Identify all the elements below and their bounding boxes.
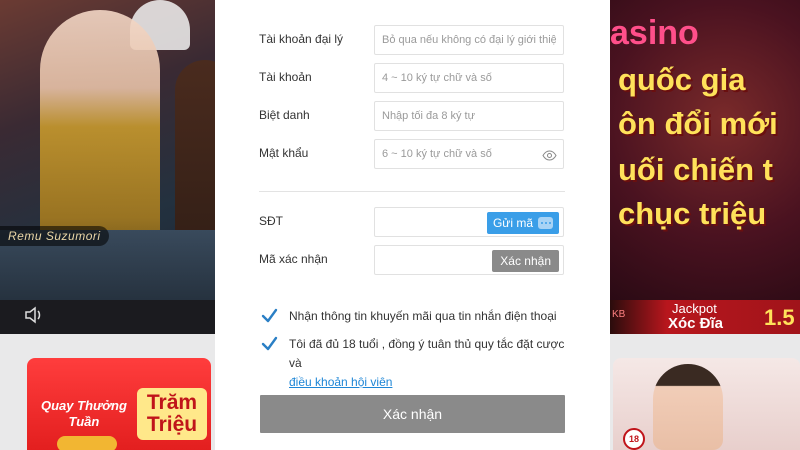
agent-account-row: Tài khoản đại lý [259, 25, 565, 55]
phone-field-box: Gửi mã [374, 207, 564, 237]
jackpot-amount: 1.5 [764, 305, 795, 330]
password-field-box [374, 139, 564, 169]
model-portrait [653, 364, 723, 450]
promo-line: chục triệu [618, 196, 767, 231]
promo-card-model[interactable]: 18 [613, 358, 800, 450]
chat-bubble-icon [538, 217, 553, 229]
agent-account-field-box [374, 25, 564, 55]
promo-card-title-line1: Quay Thưởng [41, 398, 127, 413]
send-code-button[interactable]: Gửi mã [486, 212, 559, 234]
account-input[interactable] [375, 64, 563, 92]
terms-checkbox[interactable] [261, 335, 278, 352]
jackpot-bar[interactable]: KB Jackpot Xóc Đĩa 1.5 [610, 300, 800, 334]
submit-button[interactable]: Xác nhận [260, 395, 565, 433]
promo-line: ôn đổi mới [618, 106, 778, 141]
promo-sms-checkbox[interactable] [261, 307, 278, 324]
promo-sms-checkbox-row: Nhận thông tin khuyến mãi qua tin nhắn đ… [261, 307, 571, 327]
member-terms-link[interactable]: điều khoản hội viên [289, 375, 392, 389]
age-18-badge: 18 [623, 428, 645, 450]
send-code-label: Gửi mã [492, 216, 533, 230]
coins-icon [57, 436, 117, 450]
promo-line: uối chiến t [618, 152, 773, 187]
agent-account-input[interactable] [375, 26, 563, 54]
promo-card-badge: Trăm Triệu [137, 388, 207, 440]
verification-code-label: Mã xác nhận [259, 252, 328, 266]
promo-card-weekly-spin[interactable]: Quay Thưởng Tuần Trăm Triệu [27, 358, 211, 450]
nickname-label: Biệt danh [259, 108, 310, 122]
phone-row: SĐT Gửi mã [259, 207, 565, 237]
verification-code-row: Mã xác nhận Xác nhận [259, 245, 565, 275]
jackpot-label: Jackpot [672, 301, 717, 316]
password-row: Mật khẩu [259, 139, 565, 169]
nickname-field-box [374, 101, 564, 131]
verification-code-input[interactable] [375, 246, 493, 274]
eye-icon[interactable] [542, 148, 557, 161]
promo-line: quốc gia [618, 62, 746, 97]
promo-sms-text: Nhận thông tin khuyến mãi qua tin nhắn đ… [289, 309, 557, 323]
account-label: Tài khoản [259, 70, 312, 84]
model-name-tag: Remu Suzumori [0, 226, 109, 246]
jackpot-game: Xóc Đĩa [668, 315, 724, 332]
registration-modal: Tài khoản đại lý Tài khoản Biệt danh Mật… [215, 0, 610, 450]
left-promo-image: Remu Suzumori [0, 0, 215, 300]
speaker-icon[interactable] [24, 306, 44, 329]
casino-title: asino [610, 14, 699, 52]
verification-code-field-box: Xác nhận [374, 245, 564, 275]
password-label: Mật khẩu [259, 146, 309, 160]
account-row: Tài khoản [259, 63, 565, 93]
account-field-box [374, 63, 564, 93]
promo-card-badge-line1: Trăm [146, 391, 198, 414]
right-promo-banner: asino quốc gia ôn đổi mới uối chiến t ch… [610, 0, 800, 300]
jackpot-side-text: KB [612, 309, 626, 320]
promo-card-title: Quay Thưởng Tuần [41, 398, 127, 430]
promo-card-badge-line2: Triệu [146, 413, 198, 436]
form-divider [259, 191, 565, 192]
terms-text-block: Tôi đã đủ 18 tuổi , đồng ý tuân thủ quy … [289, 335, 579, 392]
nickname-input[interactable] [375, 102, 563, 130]
agent-account-label: Tài khoản đại lý [259, 32, 344, 46]
verify-code-button[interactable]: Xác nhận [492, 250, 559, 272]
nickname-row: Biệt danh [259, 101, 565, 131]
phone-label: SĐT [259, 214, 283, 228]
password-input[interactable] [375, 140, 563, 168]
promo-card-title-line2: Tuần [68, 414, 100, 429]
phone-input[interactable] [375, 208, 493, 236]
terms-checkbox-row: Tôi đã đủ 18 tuổi , đồng ý tuân thủ quy … [261, 335, 571, 389]
terms-text: Tôi đã đủ 18 tuổi , đồng ý tuân thủ quy … [289, 337, 565, 370]
